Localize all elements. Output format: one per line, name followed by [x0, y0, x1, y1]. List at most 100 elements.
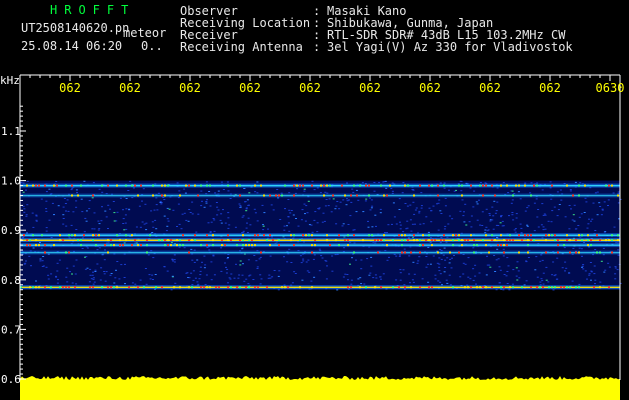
noise-speck	[144, 268, 147, 269]
noise-speck	[533, 202, 536, 204]
noise-speck	[66, 267, 69, 269]
noise-speck	[598, 202, 601, 204]
signal-hotspot	[236, 286, 238, 289]
noise-speck	[124, 214, 127, 216]
signal-hotspot	[368, 194, 370, 197]
signal-hotspot	[443, 184, 445, 187]
x-tick-label: 062	[299, 81, 321, 95]
noise-speck	[448, 262, 451, 264]
signal-line	[20, 285, 620, 290]
signal-hotspot	[38, 244, 40, 247]
signal-hotspot	[410, 286, 412, 289]
noise-speck	[330, 211, 333, 213]
signal-hotspot	[137, 286, 139, 289]
noise-speck	[573, 220, 576, 222]
noise-speck	[145, 229, 148, 231]
signal-hotspot	[272, 239, 274, 242]
noise-speck	[444, 259, 447, 261]
noise-speck	[493, 255, 496, 256]
noise-speck	[592, 202, 595, 204]
signal-hotspot	[212, 239, 214, 242]
noise-speck	[311, 180, 314, 182]
noise-speck	[93, 228, 96, 230]
signal-hotspot	[359, 184, 361, 187]
noise-speck	[386, 259, 389, 261]
signal-hotspot	[98, 234, 100, 237]
noise-speck	[56, 282, 59, 284]
signal-hotspot	[326, 234, 328, 237]
noise-speck	[293, 271, 296, 273]
noise-speck	[289, 212, 292, 214]
noise-speck	[447, 223, 450, 225]
noise-speck	[172, 209, 175, 211]
noise-speck	[229, 198, 232, 199]
noise-speck	[134, 283, 137, 285]
noise-speck	[568, 272, 571, 274]
noise-speck	[488, 264, 491, 266]
signal-hotspot	[230, 286, 232, 289]
noise-speck	[326, 192, 329, 194]
noise-speck	[346, 198, 348, 200]
noise-speck	[155, 204, 158, 206]
signal-hotspot	[62, 239, 64, 242]
signal-hotspot	[110, 244, 112, 247]
noise-speck	[192, 279, 195, 281]
signal-hotspot	[68, 286, 70, 289]
signal-hotspot	[167, 184, 169, 187]
noise-speck	[571, 219, 574, 221]
noise-speck	[109, 208, 111, 210]
noise-speck	[242, 215, 245, 217]
signal-hotspot	[407, 184, 409, 187]
noise-speck	[222, 189, 225, 190]
y-tick-label: 0.7	[1, 323, 21, 336]
signal-line	[20, 193, 620, 198]
noise-speck	[75, 259, 78, 261]
noise-speck	[313, 189, 316, 191]
noise-speck	[607, 199, 610, 201]
noise-speck	[154, 274, 157, 275]
signal-hotspot	[338, 234, 340, 237]
signal-hotspot	[422, 244, 424, 247]
noise-speck	[319, 192, 322, 194]
noise-speck	[502, 248, 505, 250]
signal-hotspot	[587, 234, 589, 237]
noise-speck	[472, 268, 475, 270]
noise-speck	[403, 284, 406, 286]
signal-hotspot	[599, 239, 601, 242]
noise-speck	[506, 283, 509, 284]
noise-speck	[439, 242, 442, 244]
signal-hotspot	[104, 244, 106, 247]
signal-hotspot	[404, 251, 406, 254]
signal-hotspot	[182, 234, 184, 237]
signal-hotspot	[161, 194, 163, 197]
noise-speck	[191, 201, 194, 203]
signal-hotspot	[347, 286, 349, 289]
y-tick-label: 0.8	[1, 274, 21, 287]
noise-speck	[166, 225, 169, 227]
noise-speck	[224, 262, 226, 264]
signal-hotspot	[419, 251, 421, 254]
signal-hotspot	[578, 234, 580, 237]
noise-speck	[492, 228, 495, 230]
noise-speck	[379, 212, 382, 214]
noise-speck	[116, 211, 119, 213]
noise-speck	[475, 283, 477, 285]
noise-speck	[191, 259, 194, 261]
noise-speck	[122, 218, 125, 220]
noise-speck	[42, 256, 45, 257]
noise-speck	[439, 210, 442, 212]
noise-speck	[203, 255, 206, 257]
noise-speck	[399, 228, 402, 230]
signal-hotspot	[470, 184, 472, 187]
signal-hotspot	[527, 239, 529, 242]
noise-speck	[346, 200, 349, 202]
noise-speck	[552, 261, 555, 263]
signal-hotspot	[428, 234, 430, 237]
noise-speck	[360, 259, 363, 261]
signal-hotspot	[38, 184, 40, 187]
noise-speck	[512, 219, 515, 221]
noise-speck	[569, 190, 572, 192]
signal-hotspot	[77, 239, 79, 242]
noise-speck	[104, 210, 107, 212]
noise-speck	[580, 248, 583, 250]
